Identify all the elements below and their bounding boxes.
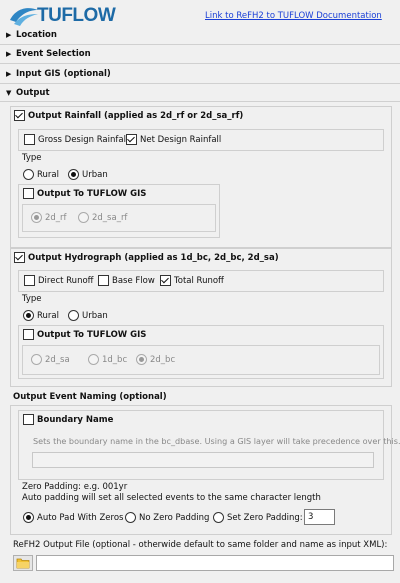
rainfall-output-to-gis-label: Output To TUFLOW GIS	[37, 188, 147, 199]
2d-bc-radio[interactable]	[136, 354, 147, 365]
net-design-rainfall-checkbox[interactable]	[126, 134, 137, 145]
auto-padding-note: Auto padding will set all selected event…	[22, 493, 321, 503]
hydrograph-type-urban[interactable]: Urban	[68, 310, 108, 321]
event-naming-title: Output Event Naming (optional)	[13, 392, 167, 402]
auto-pad-radio[interactable]	[23, 512, 34, 523]
divider	[0, 44, 400, 45]
section-location-label: Location	[16, 30, 57, 40]
set-pad-label: Set Zero Padding:	[227, 512, 303, 523]
hydrograph-rural-label: Rural	[37, 310, 59, 321]
option-2d-rf[interactable]: 2d_rf	[31, 212, 67, 223]
triangle-right-icon: ▶	[6, 70, 12, 78]
hydrograph-output-to-gis-checkbox[interactable]	[23, 329, 34, 340]
rainfall-type-rural[interactable]: Rural	[23, 169, 59, 180]
section-output-label: Output	[16, 88, 50, 98]
output-hydrograph-checkbox[interactable]	[14, 252, 25, 263]
option-1d-bc[interactable]: 1d_bc	[88, 354, 127, 365]
rainfall-rural-label: Rural	[37, 169, 59, 180]
gross-design-rainfall-checkbox[interactable]	[24, 134, 35, 145]
divider	[0, 83, 400, 84]
rainfall-output-to-gis-option[interactable]: Output To TUFLOW GIS	[23, 188, 146, 199]
rainfall-type-urban[interactable]: Urban	[68, 169, 108, 180]
hydrograph-urban-label: Urban	[82, 310, 108, 321]
no-pad-radio[interactable]	[125, 512, 136, 523]
zero-padding-spinbox[interactable]: 3	[304, 509, 335, 525]
no-pad-label: No Zero Padding	[139, 512, 210, 523]
2d-sa-rf-label: 2d_sa_rf	[92, 212, 128, 223]
base-flow-label: Base Flow	[112, 275, 155, 286]
section-event-selection[interactable]: ▶ Event Selection	[6, 49, 91, 59]
set-pad-option[interactable]: Set Zero Padding:	[213, 512, 303, 523]
rainfall-urban-label: Urban	[82, 169, 108, 180]
documentation-link[interactable]: Link to ReFH2 to TUFLOW Documentation	[205, 11, 382, 21]
section-input-gis[interactable]: ▶ Input GIS (optional)	[6, 69, 111, 79]
boundary-name-option[interactable]: Boundary Name	[23, 414, 113, 425]
rainfall-rural-radio[interactable]	[23, 169, 34, 180]
triangle-down-icon: ▼	[6, 89, 12, 97]
total-runoff-checkbox[interactable]	[160, 275, 171, 286]
auto-pad-label: Auto Pad With Zeros	[37, 512, 124, 523]
boundary-name-hint: Sets the boundary name in the bc_dbase. …	[33, 436, 400, 446]
gross-design-rainfall-option[interactable]: Gross Design Rainfall	[24, 134, 128, 145]
triangle-right-icon: ▶	[6, 31, 12, 39]
logo-text: TUFLOW	[37, 5, 116, 26]
2d-sa-rf-radio[interactable]	[78, 212, 89, 223]
2d-rf-label: 2d_rf	[45, 212, 67, 223]
triangle-right-icon: ▶	[6, 50, 12, 58]
2d-sa-radio[interactable]	[31, 354, 42, 365]
boundary-name-input[interactable]	[32, 452, 374, 468]
net-design-rainfall-label: Net Design Rainfall	[140, 134, 222, 145]
rainfall-type-label: Type	[22, 153, 42, 163]
hydrograph-urban-radio[interactable]	[68, 310, 79, 321]
total-runoff-label: Total Runoff	[174, 275, 224, 286]
hydrograph-output-to-gis-option[interactable]: Output To TUFLOW GIS	[23, 329, 146, 340]
section-location[interactable]: ▶ Location	[6, 30, 57, 40]
boundary-name-label: Boundary Name	[37, 414, 114, 425]
section-event-selection-label: Event Selection	[16, 49, 91, 59]
hydrograph-rural-radio[interactable]	[23, 310, 34, 321]
tuflow-logo: TUFLOW	[8, 4, 118, 28]
output-hydrograph-checkbox-row[interactable]: Output Hydrograph (applied as 1d_bc, 2d_…	[14, 252, 279, 263]
output-file-input[interactable]	[36, 555, 394, 571]
base-flow-checkbox[interactable]	[98, 275, 109, 286]
total-runoff-option[interactable]: Total Runoff	[160, 275, 224, 286]
direct-runoff-checkbox[interactable]	[24, 275, 35, 286]
set-pad-radio[interactable]	[213, 512, 224, 523]
base-flow-option[interactable]: Base Flow	[98, 275, 155, 286]
2d-rf-radio[interactable]	[31, 212, 42, 223]
boundary-name-checkbox[interactable]	[23, 414, 34, 425]
1d-bc-label: 1d_bc	[102, 354, 128, 365]
2d-bc-label: 2d_bc	[150, 354, 176, 365]
rainfall-urban-radio[interactable]	[68, 169, 79, 180]
folder-icon	[16, 558, 30, 569]
direct-runoff-option[interactable]: Direct Runoff	[24, 275, 94, 286]
direct-runoff-label: Direct Runoff	[38, 275, 94, 286]
auto-pad-option[interactable]: Auto Pad With Zeros	[23, 512, 123, 523]
divider	[0, 63, 400, 64]
1d-bc-radio[interactable]	[88, 354, 99, 365]
option-2d-sa-rf[interactable]: 2d_sa_rf	[78, 212, 127, 223]
browse-output-file-button[interactable]	[13, 555, 33, 571]
no-pad-option[interactable]: No Zero Padding	[125, 512, 209, 523]
logo-swoosh-icon	[10, 8, 38, 26]
zero-padding-example: Zero Padding: e.g. 001yr	[22, 482, 128, 492]
hydrograph-type-label: Type	[22, 294, 42, 304]
hydrograph-output-to-gis-label: Output To TUFLOW GIS	[37, 329, 147, 340]
output-rainfall-label: Output Rainfall (applied as 2d_rf or 2d_…	[28, 110, 244, 121]
option-2d-bc[interactable]: 2d_bc	[136, 354, 175, 365]
output-rainfall-checkbox-row[interactable]: Output Rainfall (applied as 2d_rf or 2d_…	[14, 110, 243, 121]
gross-design-rainfall-label: Gross Design Rainfall	[38, 134, 129, 145]
output-rainfall-checkbox[interactable]	[14, 110, 25, 121]
divider	[0, 101, 400, 102]
hydrograph-gis-type-frame	[22, 345, 380, 375]
option-2d-sa[interactable]: 2d_sa	[31, 354, 70, 365]
rainfall-output-to-gis-checkbox[interactable]	[23, 188, 34, 199]
hydrograph-type-rural[interactable]: Rural	[23, 310, 59, 321]
output-hydrograph-label: Output Hydrograph (applied as 1d_bc, 2d_…	[28, 252, 279, 263]
output-file-label: ReFH2 Output File (optional - otherwide …	[13, 540, 388, 550]
section-input-gis-label: Input GIS (optional)	[16, 69, 111, 79]
net-design-rainfall-option[interactable]: Net Design Rainfall	[126, 134, 221, 145]
section-output[interactable]: ▼ Output	[6, 88, 50, 98]
2d-sa-label: 2d_sa	[45, 354, 70, 365]
